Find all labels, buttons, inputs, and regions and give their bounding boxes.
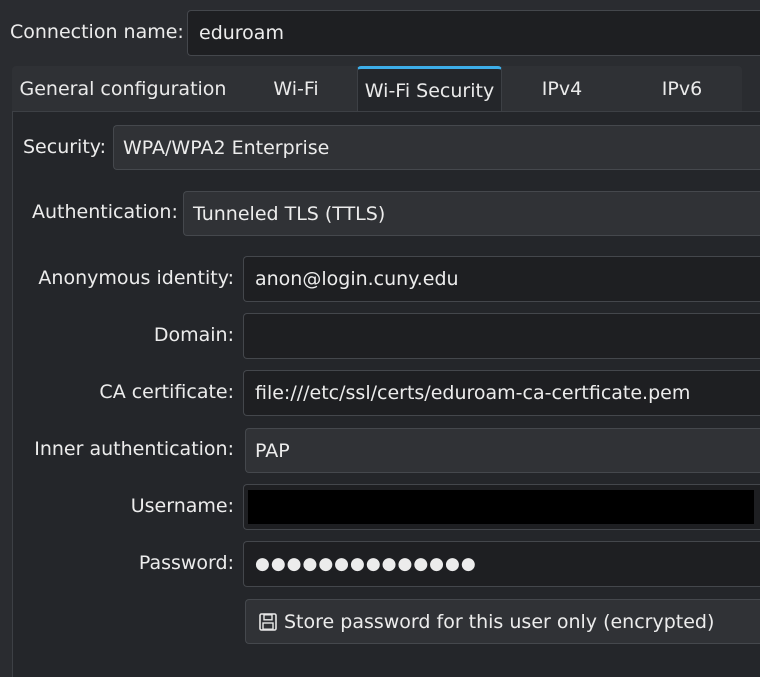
authentication-combobox[interactable]: Tunneled TLS (TTLS) [183,191,760,236]
ca-certificate-label: CA certificate: [99,381,234,403]
anonymous-identity-label: Anonymous identity: [38,267,234,289]
connection-editor: Connection name: eduroam General configu… [0,0,760,677]
save-icon [259,612,277,631]
inner-authentication-combobox[interactable]: PAP [245,428,760,473]
connection-name-row: Connection name: eduroam [0,10,760,56]
inner-authentication-label: Inner authentication: [34,438,234,460]
tab-wifi-security[interactable]: Wi-Fi Security [357,66,502,112]
security-label: Security: [23,136,107,158]
tab-wifi[interactable]: Wi-Fi [234,66,358,112]
authentication-label: Authentication: [32,201,178,223]
anonymous-identity-input[interactable]: anon@login.cuny.edu [243,256,760,302]
tab-general-configuration[interactable]: General configuration [12,66,234,112]
connection-name-input[interactable]: eduroam [187,10,760,56]
domain-input[interactable] [243,313,760,359]
ca-certificate-input[interactable]: file:///etc/ssl/certs/eduroam-ca-certfic… [243,370,760,416]
store-password-label: Store password for this user only (encry… [284,610,715,633]
domain-label: Domain: [153,324,234,346]
password-input[interactable]: ●●●●●●●●●●●●●● [243,541,760,587]
password-label: Password: [138,552,234,574]
username-label: Username: [130,495,234,517]
tab-bar: General configuration Wi-Fi Wi-Fi Securi… [12,66,742,112]
tab-ipv4[interactable]: IPv4 [502,66,622,112]
connection-name-label: Connection name: [10,21,184,43]
store-password-option[interactable]: Store password for this user only (encry… [245,599,760,644]
username-redaction [248,490,754,524]
security-combobox[interactable]: WPA/WPA2 Enterprise [113,125,760,170]
tab-ipv6[interactable]: IPv6 [622,66,742,112]
